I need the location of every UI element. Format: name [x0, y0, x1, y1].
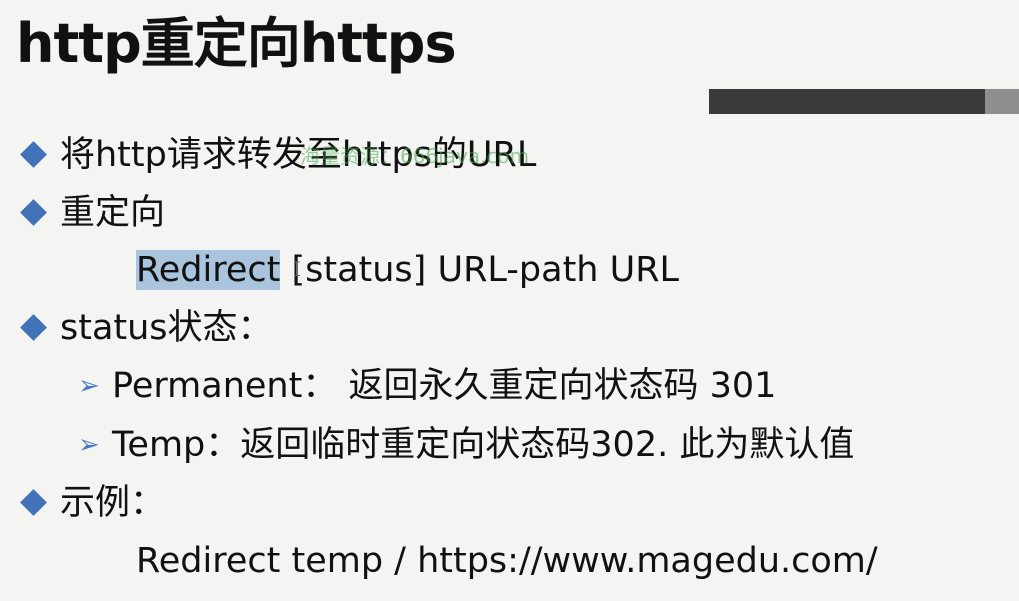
title-underline-bar-end [985, 89, 1019, 114]
redirect-syntax-args: [status] URL-path URL [280, 250, 680, 290]
example-code: Redirect temp / https://www.magedu.com/ [136, 541, 878, 581]
diamond-bullet-icon [20, 199, 47, 226]
sub-bullet-permanent: Permanent： 返回永久重定向状态码 301 [112, 366, 777, 406]
text-cursor-icon: I [293, 257, 301, 281]
arrow-bullet-icon: ➢ [78, 430, 100, 460]
selected-text[interactable]: Redirect [136, 250, 281, 290]
bullet-example: 示例： [60, 483, 166, 523]
bullet-redirect: 重定向 [60, 193, 166, 233]
watermark: 海量资源：666java.com [300, 144, 530, 168]
bullet-status: status状态： [60, 308, 273, 348]
diamond-bullet-icon [20, 489, 47, 516]
sub-bullet-temp: Temp：返回临时重定向状态码302. 此为默认值 [112, 425, 855, 465]
diamond-bullet-icon [20, 314, 47, 341]
diamond-bullet-icon [20, 141, 47, 168]
arrow-bullet-icon: ➢ [78, 371, 100, 401]
slide-title: http重定向https [16, 12, 457, 75]
redirect-syntax: Redirect [status] URL-path URL [136, 247, 679, 293]
title-underline-bar [709, 89, 985, 114]
